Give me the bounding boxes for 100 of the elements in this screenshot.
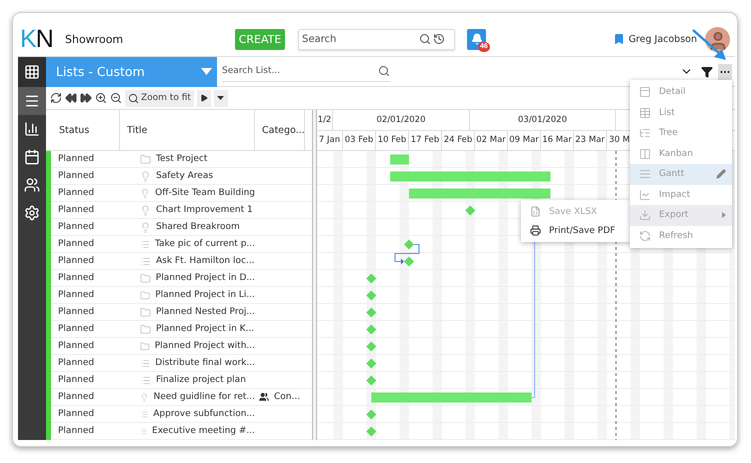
table-cell-text: Planned xyxy=(57,290,96,300)
task-title[interactable]: Test Project xyxy=(156,154,208,164)
task-title[interactable]: Distribute final work... xyxy=(155,358,255,368)
milestone-marker[interactable] xyxy=(366,308,376,318)
zoom-in-icon[interactable] xyxy=(95,92,107,104)
task-title[interactable]: Planned Project in Li... xyxy=(155,290,255,300)
milestone-marker[interactable] xyxy=(366,410,376,420)
task-title[interactable]: Finalize project plan xyxy=(156,375,246,385)
folder-icon xyxy=(140,272,151,284)
play-button[interactable] xyxy=(196,90,211,106)
list-icon xyxy=(140,238,150,250)
task-title[interactable]: Ask Ft. Hamilton loc... xyxy=(156,256,255,266)
table-cell-text: Planned xyxy=(57,154,96,164)
table-cell-text: Planned xyxy=(57,358,96,368)
lightbulb-icon xyxy=(140,392,148,402)
task-title[interactable]: Approve subfunction... xyxy=(153,409,255,419)
task-title[interactable]: Planned Project in K... xyxy=(156,324,254,334)
milestone-marker[interactable] xyxy=(366,376,376,386)
logo[interactable]: KN xyxy=(18,24,62,54)
history-icon[interactable] xyxy=(433,33,445,45)
task-title[interactable]: Shared Breakroom xyxy=(156,222,240,232)
search-icon[interactable] xyxy=(378,65,390,77)
lightbulb-icon xyxy=(140,188,150,198)
milestone-marker[interactable] xyxy=(404,256,414,266)
task-title[interactable]: Safety Areas xyxy=(156,171,214,181)
week-header: 16 Mar xyxy=(541,130,574,150)
milestone-marker[interactable] xyxy=(366,358,376,368)
workspace-name: Showroom xyxy=(65,32,124,46)
column-header[interactable]: Status xyxy=(52,110,120,150)
table-cell-text: Planned xyxy=(57,188,96,198)
users-icon xyxy=(259,392,269,402)
milestone-marker[interactable] xyxy=(366,342,376,352)
month-header: 02/01/2020 xyxy=(333,110,470,130)
task-title[interactable]: Need guidline for ret... xyxy=(153,392,255,402)
download-icon xyxy=(639,209,651,222)
week-header: 02 Mar xyxy=(475,130,508,150)
milestone-marker[interactable] xyxy=(366,324,376,334)
task-title[interactable]: Chart Improvement 1 xyxy=(156,205,253,215)
apps-grid-button[interactable] xyxy=(18,56,46,86)
week-header: 10 Feb xyxy=(376,130,409,150)
tree-icon xyxy=(639,127,651,140)
milestone-marker[interactable] xyxy=(366,426,376,436)
month-header: 03/01/2020 xyxy=(470,110,616,130)
week-header: 24 Feb xyxy=(442,130,475,150)
submenu-caret-icon xyxy=(722,212,726,218)
bookmark-icon[interactable] xyxy=(612,33,625,45)
printer-icon xyxy=(530,225,541,236)
week-header: 23 Mar xyxy=(574,130,607,150)
caret-icon xyxy=(217,96,224,100)
search-list-field[interactable]: Search List... xyxy=(222,62,390,82)
table-cell-text: Planned xyxy=(57,426,96,436)
table-cell-text: Planned xyxy=(57,409,96,419)
table-cell-text: Planned xyxy=(57,171,96,181)
filter-icon xyxy=(701,66,713,78)
panel-icon xyxy=(639,86,651,98)
submenu-item[interactable]: Print/Save PDF xyxy=(521,221,630,240)
dropdown-button[interactable] xyxy=(214,90,228,106)
search-icon[interactable] xyxy=(419,33,431,45)
milestone-marker[interactable] xyxy=(465,206,476,216)
task-title[interactable]: Off-Site Team Building xyxy=(155,188,255,198)
bar-chart-icon xyxy=(24,121,40,137)
zoom-to-fit-button[interactable]: Zoom to fit xyxy=(125,90,194,106)
task-title[interactable]: Planned Project with... xyxy=(154,341,255,351)
table-cell-text: Planned xyxy=(57,205,96,215)
menu-icon xyxy=(24,93,40,109)
week-header: 17 Feb xyxy=(409,130,442,150)
refresh-icon[interactable] xyxy=(50,92,62,104)
fast-forward-icon[interactable] xyxy=(80,92,92,104)
avatar[interactable] xyxy=(705,26,730,52)
users-icon xyxy=(24,177,40,193)
milestone-marker[interactable] xyxy=(404,240,414,250)
task-title[interactable]: Planned Nested Proj... xyxy=(156,307,255,317)
table-cell-text: Planned xyxy=(57,324,96,334)
table-cell-text: Planned xyxy=(57,375,96,385)
table-cell-text: Planned xyxy=(57,239,96,249)
search-field[interactable]: Search xyxy=(298,28,455,50)
zoom-out-icon[interactable] xyxy=(110,92,122,104)
milestone-marker[interactable] xyxy=(366,290,376,300)
more-button[interactable] xyxy=(718,64,732,80)
column-header[interactable]: Title xyxy=(120,110,255,150)
lightbulb-icon xyxy=(140,222,151,232)
play-icon xyxy=(200,94,208,102)
table-cell-text: Planned xyxy=(57,307,96,317)
grid-icon xyxy=(24,64,40,80)
task-title[interactable]: Executive meeting #... xyxy=(152,426,255,436)
rewind-icon[interactable] xyxy=(65,92,77,104)
folder-icon xyxy=(140,324,151,334)
week-header: 7 Jan xyxy=(317,130,343,150)
table-cell-text: Planned xyxy=(57,392,96,402)
sidebar-item[interactable] xyxy=(18,87,46,115)
pencil-icon[interactable] xyxy=(716,169,726,180)
columns-icon xyxy=(639,148,651,160)
task-title[interactable]: Planned Project in D... xyxy=(156,273,255,283)
user-name[interactable]: Greg Jacobson xyxy=(628,34,697,44)
line-chart-icon xyxy=(639,188,651,201)
calendar-icon xyxy=(24,149,40,165)
column-header[interactable]: Catego... xyxy=(255,110,305,150)
task-title[interactable]: Take pic of current p... xyxy=(155,239,255,249)
settings-icon xyxy=(24,205,40,221)
milestone-marker[interactable] xyxy=(366,274,376,284)
